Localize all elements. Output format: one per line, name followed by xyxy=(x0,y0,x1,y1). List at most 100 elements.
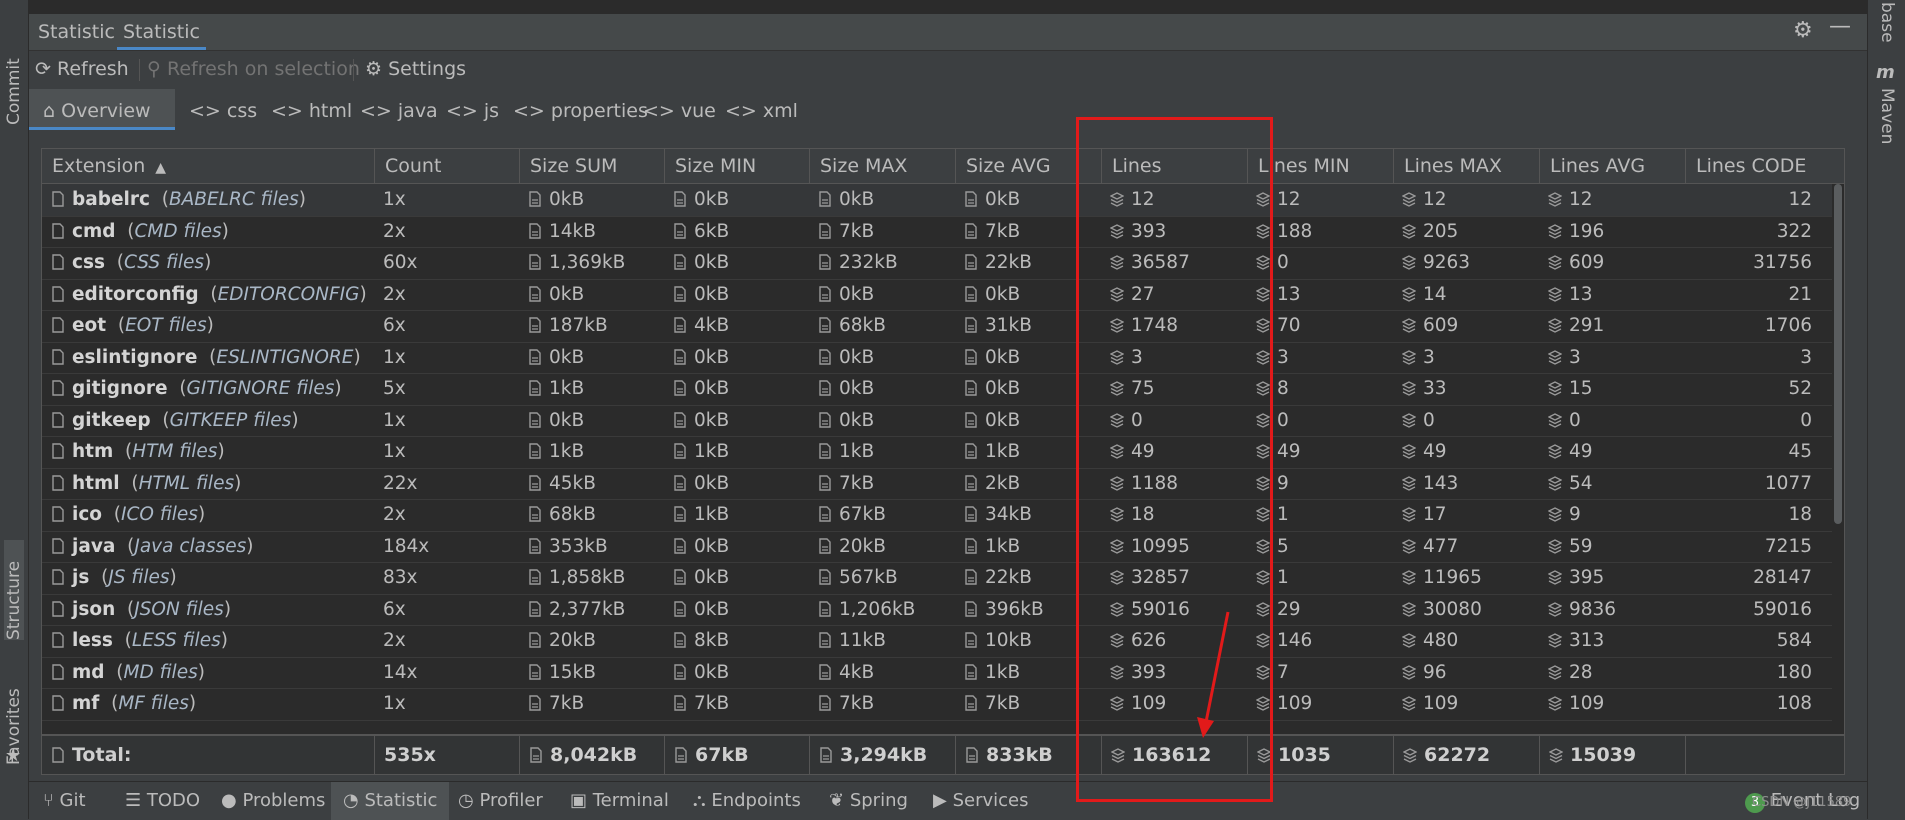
table-row[interactable]: editorconfig (EDITORCONFIG) 2x 0kB 0kB 0kB 0k… xyxy=(42,279,1832,311)
column-header-lmin[interactable]: Lines MIN xyxy=(1247,149,1393,183)
cell-value: 6kB xyxy=(694,220,730,242)
table-row[interactable]: babelrc (BABELRC files) 1x 0kB 0kB 0kB 0kB 12 1… xyxy=(42,184,1832,217)
gear-icon[interactable]: ⚙ xyxy=(1793,18,1813,43)
bottom-tab-profiler[interactable]: ◷ Profiler xyxy=(450,782,551,820)
structure-side-tab[interactable]: Structure xyxy=(4,540,24,640)
cell-ext: cmd (CMD files) xyxy=(42,216,374,247)
bottom-tab-services[interactable]: ▶ Services xyxy=(925,782,1036,820)
panel-tab-statistic-2[interactable]: Statistic xyxy=(117,14,206,50)
bottom-tab-todo[interactable]: ☰ TODO xyxy=(117,782,208,820)
column-header-lines[interactable]: Lines xyxy=(1101,149,1247,183)
cell-lavg: 9836 xyxy=(1539,594,1685,625)
total-value: 535x xyxy=(384,744,436,766)
cell-lcode: 28147 xyxy=(1685,562,1822,593)
database-side-tab[interactable]: base xyxy=(1877,2,1897,43)
table-row[interactable]: js (JS files) 83x 1,858kB 0kB 567kB 22kB 32857… xyxy=(42,562,1832,595)
maven-side-tab[interactable]: Maven xyxy=(1877,88,1897,144)
bottom-tab-label: Terminal xyxy=(592,790,669,811)
cell-min: 0kB xyxy=(664,184,809,215)
tab-label: html xyxy=(308,100,353,122)
tab-xml[interactable]: <> xml xyxy=(725,89,798,133)
refresh-button[interactable]: ⟳ Refresh xyxy=(35,51,129,87)
tab-vue[interactable]: <> vue xyxy=(643,89,716,133)
column-header-sum[interactable]: Size SUM xyxy=(519,149,664,183)
extension-name: html xyxy=(72,472,120,494)
table-row[interactable]: mf (MF files) 1x 7kB 7kB 7kB 7kB 109 109 109 109 1… xyxy=(42,688,1832,721)
table-row[interactable]: ico (ICO files) 2x 68kB 1kB 67kB 34kB 18 1 17 9 18 xyxy=(42,499,1832,532)
size-icon xyxy=(819,380,831,396)
bottom-tab-git[interactable]: ⑂ Git xyxy=(35,782,94,820)
cell-lcode: 52 xyxy=(1685,373,1822,404)
column-header-lmax[interactable]: Lines MAX xyxy=(1393,149,1539,183)
cell-lmax: 480 xyxy=(1393,625,1539,656)
table-row[interactable]: gitignore (GITIGNORE files) 5x 1kB 0kB 0kB 0k… xyxy=(42,373,1832,406)
bottom-tab-terminal[interactable]: ▣ Terminal xyxy=(562,782,677,820)
bottom-tab-endpoints[interactable]: ⛬ Endpoints xyxy=(685,782,809,820)
vertical-scrollbar[interactable] xyxy=(1832,184,1844,732)
size-icon xyxy=(529,474,541,491)
table-row[interactable]: gitkeep (GITKEEP files) 1x 0kB 0kB 0kB 0kB 0 0 0… xyxy=(42,405,1832,437)
tab-overview[interactable]: ⌂ Overview xyxy=(29,89,175,130)
size-icon xyxy=(965,380,977,396)
tab-java[interactable]: <> java xyxy=(360,89,438,133)
cell-value: 313 xyxy=(1569,630,1605,651)
cell-lavg: 609 xyxy=(1539,247,1685,278)
commit-side-tab[interactable]: Commit xyxy=(4,45,24,125)
minimize-icon[interactable]: — xyxy=(1829,14,1851,39)
lines-icon xyxy=(1256,192,1270,207)
column-header-avg[interactable]: Size AVG xyxy=(955,149,1101,183)
column-header-ext[interactable]: Extension ▲ xyxy=(42,149,374,183)
table-row[interactable]: html (HTML files) 22x 45kB 0kB 7kB 2kB 1188 9 14… xyxy=(42,468,1832,500)
table-row[interactable]: less (LESS files) 2x 20kB 8kB 11kB 10kB 626 146… xyxy=(42,625,1832,658)
table-row[interactable]: css (CSS files) 60x 1,369kB 0kB 232kB 22kB 365… xyxy=(42,247,1832,280)
cell-max: 20kB xyxy=(809,531,955,562)
lines-icon xyxy=(1403,748,1417,763)
size-icon xyxy=(529,222,541,239)
bottom-tab-spring[interactable]: ❦ Spring xyxy=(821,782,916,820)
cell-max: 232kB xyxy=(809,247,955,278)
total-lcode xyxy=(1685,736,1834,774)
bottom-tab-label: TODO xyxy=(146,790,201,811)
bottom-tab-statistic[interactable]: ◔ Statistic xyxy=(331,782,450,820)
column-header-count[interactable]: Count xyxy=(374,149,519,183)
lines-icon xyxy=(1110,318,1124,333)
cell-value: 34kB xyxy=(985,504,1032,525)
table-row[interactable]: md (MD files) 14x 15kB 0kB 4kB 1kB 393 7 96 28 180 xyxy=(42,657,1832,689)
bottom-tab-problems[interactable]: ● Problems xyxy=(213,782,333,820)
terminal-icon: ▣ xyxy=(570,790,588,811)
size-icon xyxy=(965,222,977,239)
cell-avg: 34kB xyxy=(955,499,1101,530)
cell-lines: 18 xyxy=(1101,499,1247,530)
tab-css[interactable]: <> css xyxy=(189,89,257,133)
column-header-max[interactable]: Size MAX xyxy=(809,149,955,183)
cell-ext: html (HTML files) xyxy=(42,468,374,499)
settings-button[interactable]: ⚙ Settings xyxy=(365,51,466,87)
column-header-lcode[interactable]: Lines CODE xyxy=(1685,149,1834,183)
column-header-lavg[interactable]: Lines AVG xyxy=(1539,149,1685,183)
cell-value: 7 xyxy=(1277,661,1289,683)
size-icon xyxy=(674,569,686,585)
table-row[interactable]: json (JSON files) 6x 2,377kB 0kB 1,206kB 396k… xyxy=(42,594,1832,626)
tab-properties[interactable]: <> properties xyxy=(513,89,648,133)
cell-max: 4kB xyxy=(809,657,955,688)
tab-js[interactable]: <> js xyxy=(446,89,499,133)
file-icon xyxy=(52,695,64,711)
cell-lmax: 477 xyxy=(1393,531,1539,562)
scrollbar-thumb[interactable] xyxy=(1834,184,1842,524)
panel-tab-statistic-1[interactable]: Statistic xyxy=(38,14,115,50)
column-header-min[interactable]: Size MIN xyxy=(664,149,809,183)
sort-ascending-icon: ▲ xyxy=(155,160,167,176)
table-row[interactable]: eslintignore (ESLINTIGNORE) 1x 0kB 0kB 0kB 0k… xyxy=(42,342,1832,374)
cell-value: 1kB xyxy=(694,441,730,462)
cell-value: 0kB xyxy=(694,535,730,557)
tab-html[interactable]: <> html xyxy=(271,89,352,133)
maven-label: Maven xyxy=(1877,88,1897,145)
refresh-on-selection-button[interactable]: ⚲ Refresh on selection xyxy=(147,51,360,87)
table-row[interactable]: htm (HTM files) 1x 1kB 1kB 1kB 1kB 49 49 49 49 45 xyxy=(42,436,1832,469)
size-icon xyxy=(529,348,541,365)
size-icon xyxy=(529,411,541,428)
cell-lavg: 54 xyxy=(1539,468,1685,499)
table-row[interactable]: eot (EOT files) 6x 187kB 4kB 68kB 31kB 1748 70 6… xyxy=(42,310,1832,343)
table-row[interactable]: java (Java classes) 184x 353kB 0kB 20kB 1kB 10… xyxy=(42,531,1832,563)
table-row[interactable]: cmd (CMD files) 2x 14kB 6kB 7kB 7kB 393 188 205 1… xyxy=(42,216,1832,248)
